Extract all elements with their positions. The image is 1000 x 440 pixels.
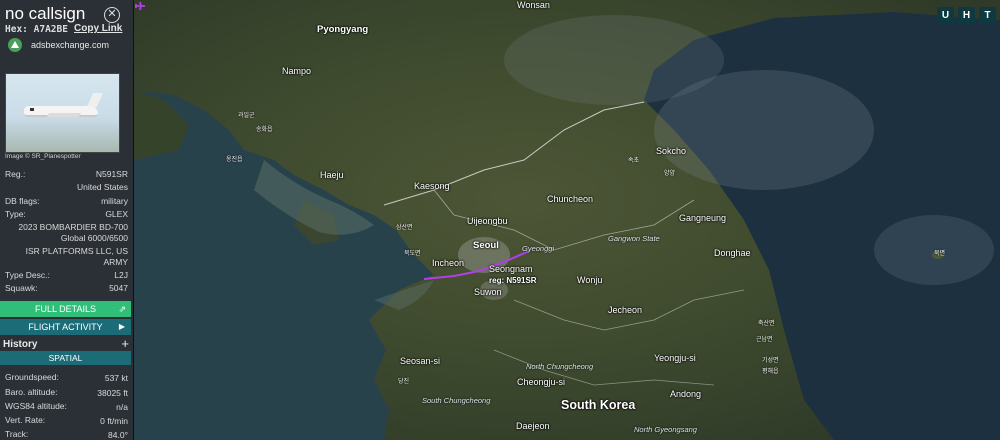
city-label: Daejeon bbox=[516, 421, 550, 431]
type-value: GLEX bbox=[105, 209, 128, 219]
country-value: United States bbox=[76, 182, 128, 192]
place-label: 북면 bbox=[934, 251, 946, 257]
city-label: Gangneung bbox=[679, 213, 727, 223]
aircraft-photo[interactable] bbox=[5, 73, 120, 153]
baro-altitude-value: 38025 ft bbox=[97, 388, 128, 398]
region-label: Gangwon State bbox=[608, 234, 660, 243]
satellite-map[interactable]: reg: N591SR U H T Wonsan Pyongyang Nampo… bbox=[134, 0, 1000, 440]
region-label: North Gyeongsang bbox=[634, 425, 697, 434]
place-label: 송화읍 bbox=[256, 127, 273, 133]
place-label: 삼산면 bbox=[396, 225, 413, 231]
map-button-u[interactable]: U bbox=[937, 7, 954, 24]
map-button-h[interactable]: H bbox=[958, 7, 975, 24]
photo-credit[interactable]: Image © SR_Planespotter bbox=[5, 153, 81, 160]
city-label: Jecheon bbox=[608, 305, 643, 315]
city-label: Wonju bbox=[577, 275, 603, 285]
city-label: Haeju bbox=[320, 170, 344, 180]
city-label: Cheongju-si bbox=[517, 377, 566, 387]
external-link-icon: ⇗ bbox=[118, 304, 126, 314]
country-label: South Korea bbox=[561, 398, 636, 412]
baro-altitude-label: Baro. altitude: bbox=[5, 387, 58, 397]
place-label: 속초 bbox=[628, 158, 640, 164]
chevron-right-icon: ▶ bbox=[118, 322, 125, 331]
flight-activity-button[interactable]: FLIGHT ACTIVITY ▶ bbox=[0, 319, 131, 335]
city-label: Donghae bbox=[714, 248, 751, 258]
type-label: Type: bbox=[5, 209, 26, 219]
city-label: Wonsan bbox=[517, 0, 550, 10]
city-label: Andong bbox=[670, 389, 702, 399]
city-label: Incheon bbox=[432, 258, 465, 268]
hex-label: Hex: bbox=[5, 24, 28, 35]
groundspeed-label: Groundspeed: bbox=[5, 372, 59, 382]
hex-row: Hex: A7A2BE bbox=[5, 24, 68, 35]
city-label: Pyongyang bbox=[317, 24, 369, 35]
city-label: Nampo bbox=[282, 66, 312, 76]
place-label: 과일군 bbox=[238, 113, 255, 119]
city-label: Kaesong bbox=[414, 181, 450, 191]
place-label: 기성면 bbox=[762, 358, 779, 364]
city-label: Seosan-si bbox=[400, 356, 441, 366]
place-label: 근남면 bbox=[756, 337, 773, 343]
type-full-value: 2023 BOMBARDIER BD-700 Global 6000/6500 bbox=[18, 222, 128, 243]
expand-plus-icon[interactable]: + bbox=[121, 336, 129, 351]
squawk-value: 5047 bbox=[109, 283, 128, 293]
squawk-label: Squawk: bbox=[5, 283, 38, 293]
wgs84-altitude-value: n/a bbox=[116, 402, 128, 412]
reg-label: Reg.: bbox=[5, 169, 26, 179]
type-desc-label: Type Desc.: bbox=[5, 270, 50, 280]
aircraft-map-label: reg: N591SR bbox=[489, 276, 537, 285]
groundspeed-value: 537 kt bbox=[104, 373, 128, 383]
track-label: Track: bbox=[5, 429, 29, 439]
vert-rate-value: 0 ft/min bbox=[100, 416, 128, 426]
map-button-t[interactable]: T bbox=[979, 7, 996, 24]
city-label: Uijeongbu bbox=[467, 216, 508, 226]
region-label: Gyeonggi bbox=[522, 244, 555, 253]
type-desc-value: L2J bbox=[114, 270, 128, 280]
map-terrain bbox=[134, 0, 1000, 440]
city-label: Suwon bbox=[474, 287, 502, 297]
db-flags-label: DB flags: bbox=[5, 196, 40, 206]
aircraft-info-panel: no callsign ✕ Hex: A7A2BE Copy Link adsb… bbox=[0, 0, 134, 440]
copy-link[interactable]: Copy Link bbox=[74, 23, 122, 34]
wgs84-altitude-label: WGS84 altitude: bbox=[5, 401, 67, 411]
place-label: 평해읍 bbox=[762, 369, 779, 375]
operator-value: ISR PLATFORMS LLC, US ARMY bbox=[25, 246, 128, 267]
callsign-title: no callsign bbox=[5, 4, 86, 23]
source-link[interactable]: adsbexchange.com bbox=[31, 40, 109, 50]
flight-activity-label: FLIGHT ACTIVITY bbox=[28, 322, 103, 332]
aircraft-marker-icon[interactable] bbox=[134, 0, 146, 12]
city-label: Seoul bbox=[473, 240, 499, 251]
place-label: 당진 bbox=[398, 379, 410, 385]
place-label: 북도면 bbox=[404, 251, 421, 257]
tab-spatial[interactable]: SPATIAL bbox=[0, 351, 131, 365]
adsbexchange-logo-icon bbox=[8, 38, 22, 52]
region-label: South Chungcheong bbox=[422, 396, 491, 405]
city-label: Sokcho bbox=[656, 146, 687, 156]
city-label: Seongnam bbox=[489, 264, 533, 274]
full-details-label: FULL DETAILS bbox=[34, 304, 97, 314]
reg-value: N591SR bbox=[95, 169, 128, 179]
place-label: 옹진읍 bbox=[226, 157, 243, 163]
db-flags-value: military bbox=[101, 196, 128, 206]
hex-value: A7A2BE bbox=[33, 24, 68, 35]
close-icon[interactable]: ✕ bbox=[104, 7, 120, 23]
track-value: 84.0° bbox=[108, 430, 128, 440]
place-label: 축산면 bbox=[758, 321, 775, 327]
city-label: Chuncheon bbox=[547, 194, 594, 204]
vert-rate-label: Vert. Rate: bbox=[5, 415, 46, 425]
place-label: 양양 bbox=[664, 171, 676, 177]
city-label: Yeongju-si bbox=[654, 353, 696, 363]
full-details-button[interactable]: FULL DETAILS ⇗ bbox=[0, 301, 131, 317]
history-heading[interactable]: History bbox=[3, 339, 37, 350]
region-label: North Chungcheong bbox=[526, 362, 594, 371]
